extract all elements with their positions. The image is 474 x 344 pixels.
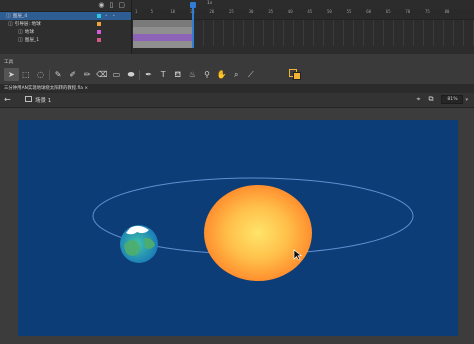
center-stage-icon[interactable]: ⌖ (417, 95, 421, 104)
toolbar-divider (139, 69, 141, 80)
lock-all-icon[interactable]: ▯ (110, 2, 114, 9)
ruler-tick-label: 20 (209, 9, 215, 14)
ruler-tick-label: 10 (170, 9, 176, 14)
paint-bucket-tool-icon[interactable]: ⛾ (171, 68, 186, 81)
layer-header: ◉ ▯ ▢ (0, 0, 131, 12)
layer-name: 地球 (24, 30, 34, 35)
eraser-tool-icon[interactable]: ⌫ (95, 68, 110, 81)
frame-ruler[interactable]: 15101520253035404550556065707580 (133, 9, 474, 20)
layer-row[interactable]: ◫ 引导层: 地球 (0, 20, 131, 28)
color-swatches (289, 69, 303, 81)
scene-icon (25, 96, 32, 102)
lasso-tool-icon[interactable]: ◌ (33, 68, 48, 81)
edit-bar-controls: ⌖ ⧉ 81% ▾ (417, 95, 468, 104)
ruler-tick-label: 65 (385, 9, 391, 14)
empty-frames[interactable] (194, 20, 474, 46)
ruler-tick-label: 55 (346, 9, 352, 14)
layer-color-swatch[interactable] (97, 38, 101, 42)
pen-tool-icon[interactable]: ✒ (141, 68, 156, 81)
frame-span[interactable] (133, 41, 193, 48)
seconds-marker: 1s (207, 1, 213, 6)
back-arrow-icon[interactable]: ← (4, 95, 11, 104)
zoom-dropdown-icon[interactable]: ▾ (465, 97, 468, 103)
brush-tool-icon[interactable]: ✏ (80, 68, 95, 81)
selection-tool-icon[interactable]: ➤ (4, 68, 19, 81)
layer-name: 图层_1 (24, 38, 40, 43)
eyedropper-tool-icon[interactable]: ⚲ (200, 68, 215, 81)
scene-label[interactable]: 场景 1 (35, 96, 51, 104)
ruler-tick-label: 40 (287, 9, 293, 14)
ruler-tick-label: 35 (268, 9, 274, 14)
oval-tool-icon[interactable]: ⬬ (124, 68, 139, 81)
toolbar-divider (48, 69, 50, 80)
layer-row[interactable]: ◫ 地球 (0, 28, 131, 36)
frame-span[interactable] (133, 27, 193, 34)
layer-name: 引导层: 地球 (14, 22, 41, 27)
free-transform-tool-icon[interactable]: ⬚ (19, 68, 34, 81)
tools-toolbar: ➤ ⬚ ◌ ✎ ✐ ✏ ⌫ ▭ ⬬ ✒ T ⛾ ♨ ⚲ ✋ ⌕ ⟋ (4, 67, 474, 82)
show-all-icon[interactable]: ◉ (98, 2, 104, 9)
frame-area[interactable]: 1s 15101520253035404550556065707580 (133, 0, 474, 54)
stage[interactable] (18, 120, 458, 336)
layer-color-swatch[interactable] (97, 22, 101, 26)
earth[interactable] (120, 225, 158, 263)
stage-artwork (92, 177, 414, 281)
ruler-tick-label: 30 (248, 9, 254, 14)
rectangle-tool-icon[interactable]: ▭ (109, 68, 124, 81)
zoom-tool-icon[interactable]: ⌕ (229, 68, 244, 81)
layer-list: ◉ ▯ ▢ ◫ 图层_4 • • ◫ 引导层: 地球 ◫ 地球 ◫ 图层_1 (0, 0, 132, 54)
ruler-tick-label: 45 (307, 9, 313, 14)
layer-row[interactable]: ◫ 图层_4 • • (0, 12, 131, 20)
frame-span[interactable] (133, 20, 193, 27)
pencil-tool-icon[interactable]: ✎ (51, 68, 66, 81)
ruler-tick-label: 50 (327, 9, 332, 14)
layer-row[interactable]: ◫ 图层_1 (0, 36, 131, 44)
ruler-tick-label: 60 (366, 9, 372, 14)
guide-layer-icon: ◫ (8, 21, 13, 27)
outline-icon[interactable]: ▢ (118, 2, 125, 9)
layer-icon: ◫ (18, 29, 23, 35)
frame-span[interactable] (133, 34, 193, 41)
text-tool-icon[interactable]: T (156, 68, 171, 81)
ruler-tick-label: 75 (425, 9, 430, 14)
paint-brush-tool-icon[interactable]: ✐ (65, 68, 80, 81)
ruler-tick-label: 5 (150, 9, 154, 14)
playhead[interactable] (192, 4, 194, 48)
ruler-tick-label: 70 (405, 9, 411, 14)
fill-color-swatch[interactable] (293, 72, 301, 80)
layer-color-swatch[interactable] (97, 30, 101, 34)
ruler-tick-label: 25 (229, 9, 234, 14)
sun[interactable] (204, 185, 312, 281)
clip-content-icon[interactable]: ⧉ (428, 95, 433, 104)
timeline-panel: ◉ ▯ ▢ ◫ 图层_4 • • ◫ 引导层: 地球 ◫ 地球 ◫ 图层_1 1… (0, 0, 474, 54)
layer-visibility-dots[interactable]: • • (105, 13, 117, 18)
document-tab-bar: 三分钟用AN实现地球绕太阳转的教程.fla × (0, 84, 474, 93)
ink-bottle-tool-icon[interactable]: ♨ (185, 68, 200, 81)
hand-tool-icon[interactable]: ✋ (214, 68, 229, 81)
edit-bar: ← 场景 1 ⌖ ⧉ 81% ▾ (0, 93, 474, 108)
zoom-field[interactable]: 81% (441, 95, 464, 104)
layer-icon: ◫ (18, 37, 23, 43)
ruler-tick-label: 80 (444, 9, 450, 14)
bone-tool-icon[interactable]: ⟋ (244, 68, 259, 81)
layer-color-swatch[interactable] (97, 14, 101, 18)
ruler-tick-label: 1 (135, 9, 138, 14)
tools-panel-title: 工具 (4, 60, 14, 65)
document-tab[interactable]: 三分钟用AN实现地球绕太阳转的教程.fla × (4, 85, 88, 92)
layer-icon: ◫ (6, 13, 11, 19)
layer-name: 图层_4 (12, 14, 28, 19)
